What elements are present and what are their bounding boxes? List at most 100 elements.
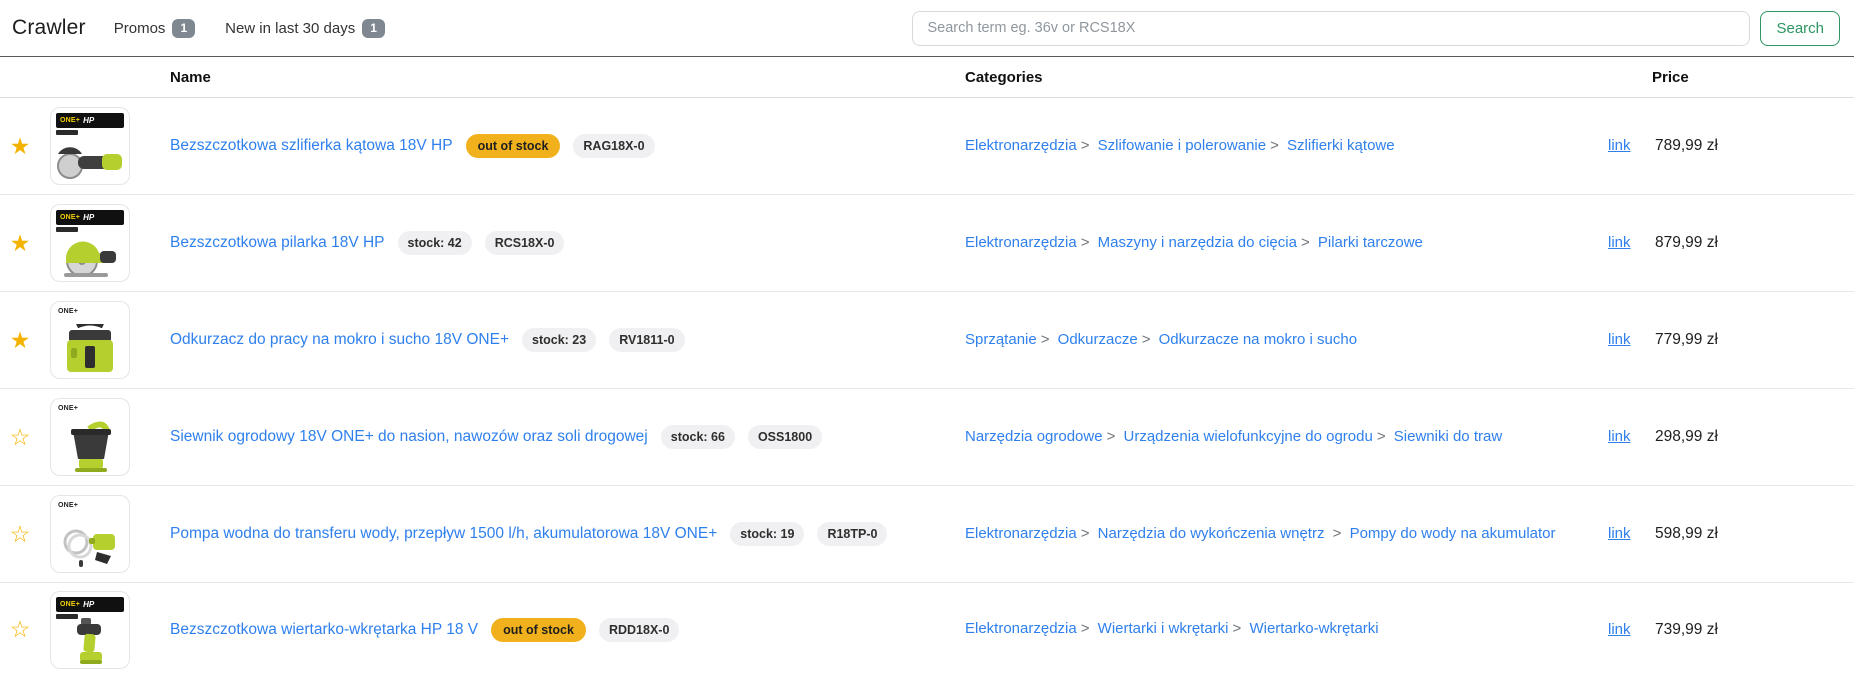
- external-product-link[interactable]: link: [1608, 331, 1631, 348]
- favorite-star-icon[interactable]: ★: [0, 329, 40, 352]
- category-link[interactable]: Siewniki do traw: [1394, 428, 1502, 445]
- breadcrumb-separator: >: [1266, 137, 1283, 154]
- product-name-link[interactable]: Siewnik ogrodowy 18V ONE+ do nasion, naw…: [170, 428, 648, 446]
- favorite-star-icon[interactable]: ★: [0, 232, 40, 255]
- product-name-link[interactable]: Pompa wodna do transferu wody, przepływ …: [170, 525, 717, 543]
- nav-item-promos[interactable]: Promos 1: [114, 19, 195, 38]
- category-link[interactable]: Maszyny i narzędzia do cięcia: [1098, 234, 1297, 251]
- product-thumbnail: ONE+: [50, 398, 130, 476]
- availability-badge: out of stock: [491, 618, 586, 642]
- category-link[interactable]: Urządzenia wielofunkcyjne do ogrodu: [1124, 428, 1373, 445]
- nav-promos-label: Promos: [114, 20, 166, 37]
- product-name-link[interactable]: Odkurzacz do pracy na mokro i sucho 18V …: [170, 331, 509, 349]
- search-button[interactable]: Search: [1760, 11, 1840, 46]
- sku-badge: R18TP-0: [817, 522, 887, 546]
- brand-one-label: ONE+: [60, 117, 80, 124]
- stock-badge: stock: 19: [730, 522, 804, 546]
- package-brand-band: ONE+ HP: [56, 113, 124, 128]
- product-thumbnail: ONE+ HP: [50, 591, 130, 669]
- external-product-link[interactable]: link: [1608, 525, 1631, 542]
- price-value: 739,99 zł: [1652, 621, 1854, 639]
- product-thumbnail: ONE+: [50, 495, 130, 573]
- category-link[interactable]: Szlifowanie i polerowanie: [1098, 137, 1266, 154]
- wet-dry-vacuum-photo: [59, 324, 121, 376]
- column-header-categories: Categories: [965, 69, 1600, 86]
- availability-badge: out of stock: [466, 134, 561, 158]
- favorite-star-icon[interactable]: ☆: [0, 426, 40, 449]
- category-breadcrumb: Elektronarzędzia > Narzędzia do wykończen…: [965, 521, 1600, 547]
- nav-new-label: New in last 30 days: [225, 20, 355, 37]
- product-name-link[interactable]: Bezszczotkowa szlifierka kątowa 18V HP: [170, 137, 453, 155]
- brand-one-label: ONE+: [58, 308, 78, 315]
- price-value: 779,99 zł: [1652, 331, 1854, 349]
- column-header-price: Price: [1652, 69, 1854, 86]
- promos-count-badge: 1: [172, 19, 195, 38]
- price-value: 598,99 zł: [1652, 525, 1854, 543]
- category-link[interactable]: Elektronarzędzia: [965, 234, 1077, 251]
- product-name-link[interactable]: Bezszczotkowa wiertarko-wkrętarka HP 18 …: [170, 621, 478, 639]
- category-link[interactable]: Wiertarko-wkrętarki: [1249, 620, 1378, 637]
- breadcrumb-separator: >: [1037, 331, 1054, 348]
- app-title: Crawler: [12, 16, 86, 40]
- seed-spreader-photo: [59, 419, 121, 473]
- category-link[interactable]: Sprzątanie: [965, 331, 1037, 348]
- table-row: ☆ ONE+ HP Bezszczotkowa wiertarko-wkręta…: [0, 583, 1854, 676]
- angle-grinder-photo: [56, 140, 124, 182]
- brand-one-label: ONE+: [60, 214, 80, 221]
- category-link[interactable]: Elektronarzędzia: [965, 525, 1077, 542]
- category-link[interactable]: Narzędzia ogrodowe: [965, 428, 1103, 445]
- breadcrumb-separator: >: [1077, 137, 1094, 154]
- sku-badge: RAG18X-0: [573, 134, 654, 158]
- sku-badge: RV1811-0: [609, 328, 684, 352]
- sku-badge: OSS1800: [748, 425, 822, 449]
- table-row: ★ ONE+ HP Bezszczotkowa szlifierka kątow…: [0, 98, 1854, 195]
- favorite-star-icon[interactable]: ★: [0, 135, 40, 158]
- breadcrumb-separator: >: [1077, 620, 1094, 637]
- category-link[interactable]: Wiertarki i wkrętarki: [1098, 620, 1229, 637]
- category-link[interactable]: Odkurzacze na mokro i sucho: [1159, 331, 1357, 348]
- breadcrumb-separator: >: [1138, 331, 1155, 348]
- category-breadcrumb: Elektronarzędzia> Szlifowanie i polerowa…: [965, 133, 1600, 159]
- sku-badge: RDD18X-0: [599, 618, 679, 642]
- top-bar: Crawler Promos 1 New in last 30 days 1 S…: [0, 0, 1854, 57]
- breadcrumb-separator: >: [1329, 525, 1346, 542]
- table-row: ☆ ONE+ Pompa wodna do transferu wody, pr…: [0, 486, 1854, 583]
- category-breadcrumb: Elektronarzędzia> Maszyny i narzędzia do…: [965, 230, 1600, 256]
- external-product-link[interactable]: link: [1608, 137, 1631, 154]
- price-value: 879,99 zł: [1652, 234, 1854, 252]
- category-breadcrumb: Sprzątanie> Odkurzacze> Odkurzacze na mo…: [965, 327, 1600, 353]
- nav-item-new-in-30-days[interactable]: New in last 30 days 1: [225, 19, 385, 38]
- external-product-link[interactable]: link: [1608, 428, 1631, 445]
- water-pump-photo: [59, 522, 121, 570]
- brand-one-label: ONE+: [58, 502, 78, 509]
- table-header: Name Categories Price: [0, 57, 1854, 98]
- drill-driver-photo: [67, 618, 113, 666]
- category-breadcrumb: Narzędzia ogrodowe> Urządzenia wielofunk…: [965, 424, 1600, 450]
- brand-one-label: ONE+: [60, 601, 80, 608]
- category-link[interactable]: Elektronarzędzia: [965, 137, 1077, 154]
- breadcrumb-separator: >: [1103, 428, 1120, 445]
- category-breadcrumb: Elektronarzędzia> Wiertarki i wkrętarki>…: [965, 616, 1600, 642]
- product-thumbnail: ONE+ HP: [50, 204, 130, 282]
- favorite-star-icon[interactable]: ☆: [0, 618, 40, 641]
- product-table: ★ ONE+ HP Bezszczotkowa szlifierka kątow…: [0, 98, 1854, 676]
- favorite-star-icon[interactable]: ☆: [0, 523, 40, 546]
- external-product-link[interactable]: link: [1608, 234, 1631, 251]
- product-name-link[interactable]: Bezszczotkowa pilarka 18V HP: [170, 234, 385, 252]
- category-link[interactable]: Pilarki tarczowe: [1318, 234, 1423, 251]
- category-link[interactable]: Pompy do wody na akumulator: [1350, 525, 1556, 542]
- price-value: 298,99 zł: [1652, 428, 1854, 446]
- stock-badge: stock: 23: [522, 328, 596, 352]
- category-link[interactable]: Odkurzacze: [1058, 331, 1138, 348]
- price-value: 789,99 zł: [1652, 137, 1854, 155]
- search-input[interactable]: [912, 11, 1750, 46]
- product-thumbnail: ONE+ HP: [50, 107, 130, 185]
- category-link[interactable]: Narzędzia do wykończenia wnętrz: [1098, 525, 1325, 542]
- new-count-badge: 1: [362, 19, 385, 38]
- category-link[interactable]: Elektronarzędzia: [965, 620, 1077, 637]
- external-product-link[interactable]: link: [1608, 621, 1631, 638]
- breadcrumb-separator: >: [1373, 428, 1390, 445]
- stock-badge: stock: 42: [398, 231, 472, 255]
- category-link[interactable]: Szlifierki kątowe: [1287, 137, 1395, 154]
- package-brand-band: ONE+ HP: [56, 210, 124, 225]
